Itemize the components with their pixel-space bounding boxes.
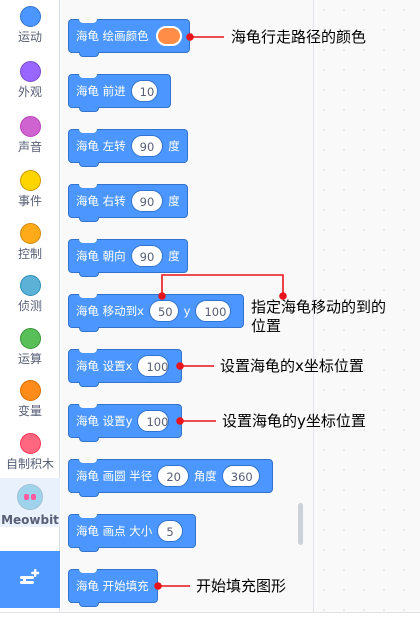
palette-scrollbar[interactable] <box>298 503 303 545</box>
block-goto-xy[interactable]: 海龟 移动到x 50 y 100 <box>68 294 244 332</box>
category-label: 声音 <box>17 140 42 154</box>
color-swatch[interactable] <box>155 26 182 46</box>
sensing-color-icon <box>19 275 41 296</box>
block-text: 海龟 设置y <box>76 414 133 428</box>
heading-degrees-input[interactable]: 90 <box>130 245 164 267</box>
meowbit-face-icon <box>17 484 43 510</box>
goto-x-input[interactable]: 50 <box>148 300 179 322</box>
unit-label: 度 <box>168 194 180 208</box>
category-label: 变量 <box>17 404 42 418</box>
category-label: Meowbit <box>1 513 59 527</box>
add-extension-icon <box>20 569 40 584</box>
unit-label: 度 <box>168 249 180 263</box>
dot-size-input[interactable]: 5 <box>157 520 183 542</box>
category-events[interactable]: 事件 <box>0 170 60 208</box>
right-degrees-input[interactable]: 90 <box>130 190 164 212</box>
block-pen-color[interactable]: 海龟 绘画颜色 <box>68 19 190 57</box>
events-color-icon <box>19 170 41 191</box>
category-operators[interactable]: 运算 <box>0 328 60 366</box>
circle-angle-input[interactable]: 360 <box>221 465 260 487</box>
annotation-goto-line1: 指定海龟移动的到的 <box>251 298 387 316</box>
block-text: 海龟 左转 <box>76 139 126 153</box>
set-y-input[interactable]: 100 <box>137 410 169 432</box>
category-sidebar: 运动 外观 声音 事件 控制 侦测 运算 变量 自制积木 Meowbit <box>0 0 60 634</box>
category-looks[interactable]: 外观 <box>0 61 60 99</box>
category-label: 运算 <box>17 352 42 366</box>
block-draw-dot[interactable]: 海龟 画点 大小 5 <box>68 514 196 552</box>
block-text: 海龟 画点 大小 <box>76 524 153 538</box>
annotation-set-y: 设置海龟的y坐标位置 <box>222 412 366 430</box>
category-label: 侦测 <box>17 299 42 313</box>
category-label: 事件 <box>17 194 42 208</box>
block-turn-right[interactable]: 海龟 右转 90 度 <box>68 184 188 222</box>
category-label: 外观 <box>17 85 42 99</box>
block-text: 海龟 前进 <box>76 84 126 98</box>
block-text: 海龟 画圆 半径 <box>76 469 153 483</box>
category-my-blocks[interactable]: 自制积木 <box>0 433 60 471</box>
block-text: 海龟 开始填充 <box>76 579 149 593</box>
operators-color-icon <box>19 328 41 349</box>
circle-radius-input[interactable]: 20 <box>157 465 189 487</box>
block-set-y[interactable]: 海龟 设置y 100 <box>68 404 182 442</box>
block-forward[interactable]: 海龟 前进 10 <box>68 74 171 112</box>
block-set-x[interactable]: 海龟 设置x 100 <box>68 349 182 387</box>
category-variables[interactable]: 变量 <box>0 380 60 418</box>
block-text: 海龟 右转 <box>76 194 126 208</box>
control-color-icon <box>19 223 41 244</box>
annotation-pen-color: 海龟行走路径的颜色 <box>231 28 367 46</box>
block-text: 海龟 设置x <box>76 359 133 373</box>
my-blocks-color-icon <box>19 433 41 454</box>
add-extension-button[interactable] <box>0 551 60 608</box>
annotation-goto-line2: 位置 <box>251 317 282 335</box>
sound-color-icon <box>19 116 41 137</box>
angle-label: 角度 <box>193 469 217 483</box>
category-motion[interactable]: 运动 <box>0 6 60 44</box>
block-turn-left[interactable]: 海龟 左转 90 度 <box>68 129 188 167</box>
annotation-begin-fill: 开始填充图形 <box>196 577 287 595</box>
annotation-set-x: 设置海龟的x坐标位置 <box>220 357 364 375</box>
unit-label: 度 <box>168 139 180 153</box>
block-text: 海龟 朝向 <box>76 249 126 263</box>
category-label: 运动 <box>17 30 42 44</box>
category-meowbit[interactable]: Meowbit <box>0 478 60 527</box>
looks-color-icon <box>19 61 41 82</box>
left-degrees-input[interactable]: 90 <box>130 135 164 157</box>
category-sensing[interactable]: 侦测 <box>0 275 60 313</box>
block-draw-circle[interactable]: 海龟 画圆 半径 20 角度 360 <box>68 459 273 497</box>
category-label: 控制 <box>17 247 42 261</box>
category-label: 自制积木 <box>5 457 54 471</box>
goto-y-input[interactable]: 100 <box>195 300 231 322</box>
y-label: y <box>183 304 191 318</box>
category-sound[interactable]: 声音 <box>0 116 60 154</box>
motion-color-icon <box>19 6 41 27</box>
forward-steps-input[interactable]: 10 <box>130 80 158 102</box>
block-text: 海龟 移动到x <box>76 304 144 318</box>
category-control[interactable]: 控制 <box>0 223 60 261</box>
block-text: 海龟 绘画颜色 <box>76 29 149 43</box>
bottom-bar <box>0 612 420 634</box>
block-heading[interactable]: 海龟 朝向 90 度 <box>68 239 188 277</box>
block-begin-fill[interactable]: 海龟 开始填充 <box>68 569 158 607</box>
variables-color-icon <box>19 380 41 401</box>
set-x-input[interactable]: 100 <box>137 355 169 377</box>
